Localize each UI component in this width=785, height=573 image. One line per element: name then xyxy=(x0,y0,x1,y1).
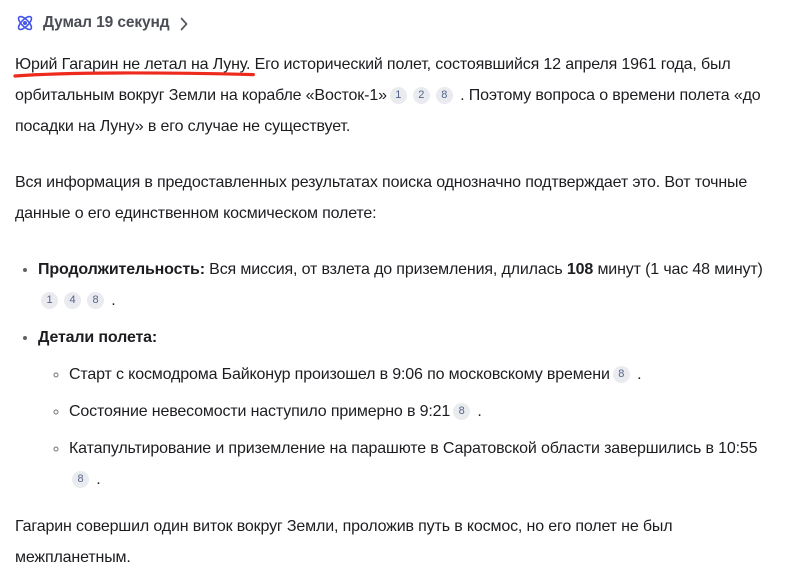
list-text: Состояние невесомости наступило примерно… xyxy=(69,403,451,420)
value-bold: 108 xyxy=(566,261,594,278)
red-underline-stroke xyxy=(13,71,255,78)
list-text: . xyxy=(107,292,116,309)
list-text: . xyxy=(632,366,642,383)
list-text: минут (1 час 48 минут) xyxy=(593,261,763,278)
thinking-label: Думал 19 секунд xyxy=(43,14,170,31)
red-underlined-claim: Юрий Гагарин не летал на Луну. xyxy=(13,56,255,78)
sublist-item-launch: Старт с космодрома Байконур произошел в … xyxy=(69,359,770,390)
citation-badge[interactable]: 8 xyxy=(453,403,471,420)
list-text: Вся миссия, от взлета до приземления, дл… xyxy=(204,261,567,278)
list-item-duration: Продолжительность: Вся миссия, от взлета… xyxy=(38,254,770,316)
list-text: . xyxy=(92,471,101,488)
list-text: Старт с космодрома Байконур произошел в … xyxy=(69,366,610,383)
list-text: . xyxy=(473,403,482,420)
term-label: Продолжительность: xyxy=(38,261,205,278)
list-item-details: Детали полета: Старт с космодрома Байкон… xyxy=(38,322,770,495)
thinking-toggle[interactable]: Думал 19 секунд xyxy=(15,10,188,36)
chat-response: Думал 19 секунд Юрий Гагарин не летал на… xyxy=(0,0,785,573)
facts-list: Продолжительность: Вся миссия, от взлета… xyxy=(15,254,770,495)
paragraph-intro: Юрий Гагарин не летал на Луну. Его истор… xyxy=(13,49,770,142)
citation-badge[interactable]: 4 xyxy=(64,292,81,309)
citation-badge[interactable]: 8 xyxy=(435,87,453,104)
chevron-right-icon xyxy=(180,17,188,31)
atom-icon xyxy=(15,13,35,33)
details-sublist: Старт с космодрома Байконур произошел в … xyxy=(38,359,770,495)
citation-badge[interactable]: 2 xyxy=(412,87,430,104)
paragraph-summary: Вся информация в предоставленных результ… xyxy=(15,174,748,222)
sublist-item-landing: Катапультирование и приземление на параш… xyxy=(69,433,770,495)
answer-text: Юрий Гагарин не летал на Луну. Его истор… xyxy=(13,49,770,573)
citation-badge[interactable]: 1 xyxy=(41,292,58,309)
citation-badge[interactable]: 8 xyxy=(72,471,89,488)
citation-badge[interactable]: 8 xyxy=(87,292,104,309)
citation-badge[interactable]: 8 xyxy=(612,366,630,383)
list-text: Катапультирование и приземление на параш… xyxy=(69,440,758,457)
paragraph-conclusion: Гагарин совершил один виток вокруг Земли… xyxy=(15,518,673,566)
term-label: Детали полета: xyxy=(38,329,158,346)
sublist-item-weightless: Состояние невесомости наступило примерно… xyxy=(69,396,770,427)
citation-badge[interactable]: 1 xyxy=(389,87,407,104)
